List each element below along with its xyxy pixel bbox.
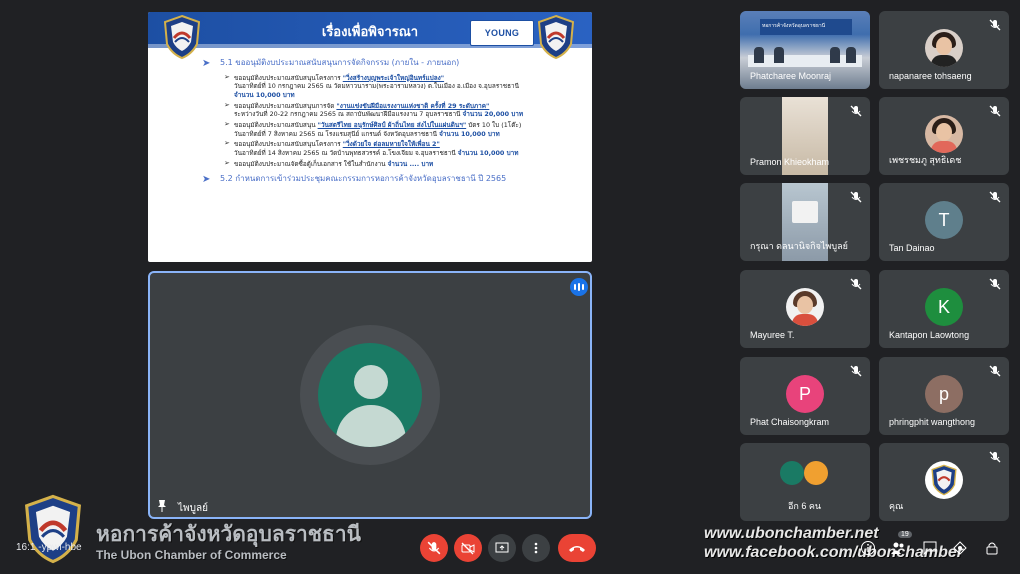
more-vert-icon [534,542,538,554]
participant-tile[interactable]: Pramon Khieokham [740,97,870,175]
more-participants-tile[interactable]: อีก 6 คน [740,443,870,521]
participant-avatar [804,461,828,485]
participant-name: napanaree tohsaeng [889,71,972,81]
participant-photo [925,115,963,153]
mic-off-icon [989,365,1001,377]
agenda-item: ➢ ขออนุมัติงบประมาณจัดซื้อตู้เก็บเอกสาร … [224,158,434,168]
participant-name: คุณ [889,501,904,511]
host-controls-icon[interactable] [984,540,1000,556]
website-url: www.ubonchamber.net [704,525,879,542]
participant-tile[interactable]: napanaree tohsaeng [879,11,1009,89]
amount: จำนวน 10,000 บาท [457,148,519,157]
participant-tile[interactable]: เพชรชมภู สุทธิเดช [879,97,1009,175]
agenda-item: ➢ ขออนุมัติงบประมาณสนับสนุนการจัด "งานแข… [224,100,524,119]
participant-name: กรุณา ดลนานิจกิจไพบูลย์ [750,241,848,251]
participant-tile[interactable]: P Phat Chaisongkram [740,357,870,435]
participant-name: ไพบูลย์ [178,503,208,514]
amount: จำนวน 10,000 บาท [234,91,295,100]
mic-off-icon [427,541,441,555]
chamber-name-thai: หอการค้าจังหวัดอุบลราชธานี [96,522,362,546]
mic-off-icon [989,19,1001,31]
young-entrepreneur-logo: YOUNG [470,20,534,46]
participant-name: Mayuree T. [750,330,795,340]
participant-name: Pramon Khieokham [750,157,830,167]
participant-initial-avatar: T [925,201,963,239]
participant-count-badge: 19 [898,531,912,538]
mic-off-icon [989,278,1001,290]
mic-off-icon [989,451,1001,463]
chamber-shield-logo [537,14,575,60]
participant-name: Phatcharee Moonraj [750,71,832,81]
participant-tile[interactable]: หอการค้าจังหวัดอุบลราชธานี Phatcharee Mo… [740,11,870,89]
amount: จำนวน 20,000 บาท [462,110,524,119]
arrow-icon: ➢ [224,139,230,148]
agenda-item: ➢ ขออนุมัติงบประมาณสนับสนุน "วันสตรีไทย … [224,120,522,138]
presentation-slide: เรื่องเพื่อพิจารณา YOUNG 5.1 ขออนุมัติงบ… [148,12,592,262]
info-icon[interactable] [860,540,876,556]
arrow-icon: ➢ [224,158,230,167]
chamber-name-english: The Ubon Chamber of Commerce [96,548,287,562]
participant-name: phringphit wangthong [889,417,976,427]
leave-call-button[interactable] [558,534,596,562]
chamber-watermark-logo [24,494,82,564]
chamber-shield-logo [931,464,957,496]
participant-tile[interactable]: Mayuree T. [740,270,870,348]
mic-off-icon [850,191,862,203]
participant-initial-avatar: K [925,288,963,326]
mic-off-icon [989,191,1001,203]
more-options-button[interactable] [522,534,550,562]
amount: จำนวน .... บาท [387,159,434,168]
chamber-logo-avatar [925,461,963,499]
participant-initial-avatar: P [786,375,824,413]
speaking-indicator-icon [570,278,588,296]
mic-off-icon [989,105,1001,117]
participant-avatar [780,461,804,485]
arrow-icon: ➢ [224,72,230,81]
participant-name: Kantapon Laowtong [889,330,970,340]
self-tile[interactable]: คุณ [879,443,1009,521]
arrow-icon: ➢ [224,120,230,128]
pinned-participant-tile[interactable]: ไพบูลย์ [148,271,592,519]
meeting-code: 16:1 -ypwi-hbe [16,542,82,553]
participant-tile[interactable]: กรุณา ดลนานิจกิจไพบูลย์ [740,183,870,261]
agenda-item: ➢ ขออนุมัติงบประมาณสนับสนุนโครงการ "วิ่ง… [224,139,519,157]
present-icon [495,542,509,553]
participant-photo [786,288,824,326]
more-participants-label: อีก 6 คน [788,501,822,511]
chat-icon[interactable] [922,540,938,556]
present-screen-button[interactable] [488,534,516,562]
participant-name: Phat Chaisongkram [750,417,830,427]
participant-name: Tan Dainao [889,243,935,253]
amount: จำนวน 10,000 บาท [439,129,500,138]
mic-toggle-button[interactable] [420,534,448,562]
camera-off-icon [461,542,475,555]
agenda-item: ➢ ขออนุมัติงบประมาณสนับสนุนโครงการ "วิ่ง… [202,72,588,100]
pin-icon[interactable] [156,499,168,513]
slide-body: 5.1 ขออนุมัติงบประมาณสนับสนุนการจัดกิจกร… [202,57,588,190]
chamber-shield-logo [163,14,201,60]
participant-tile[interactable]: K Kantapon Laowtong [879,270,1009,348]
section-heading: 5.2 กำหนดการเข้าร่วมประชุมคณะกรรมการหอกา… [202,173,588,186]
participant-initial-avatar: p [925,375,963,413]
mic-off-icon [850,105,862,117]
participant-name: เพชรชมภู สุทธิเดช [889,155,962,165]
participant-tile[interactable]: p phringphit wangthong [879,357,1009,435]
arrow-icon: ➢ [224,100,230,109]
mic-off-icon [850,278,862,290]
participant-tile[interactable]: T Tan Dainao [879,183,1009,261]
default-avatar-icon [318,343,422,447]
section-heading: 5.1 ขออนุมัติงบประมาณสนับสนุนการจัดกิจกร… [202,57,588,70]
mic-off-icon [850,365,862,377]
camera-toggle-button[interactable] [454,534,482,562]
participant-photo [925,29,963,67]
people-icon[interactable] [890,540,906,556]
activities-icon[interactable] [952,540,968,556]
hang-up-icon [569,546,585,552]
